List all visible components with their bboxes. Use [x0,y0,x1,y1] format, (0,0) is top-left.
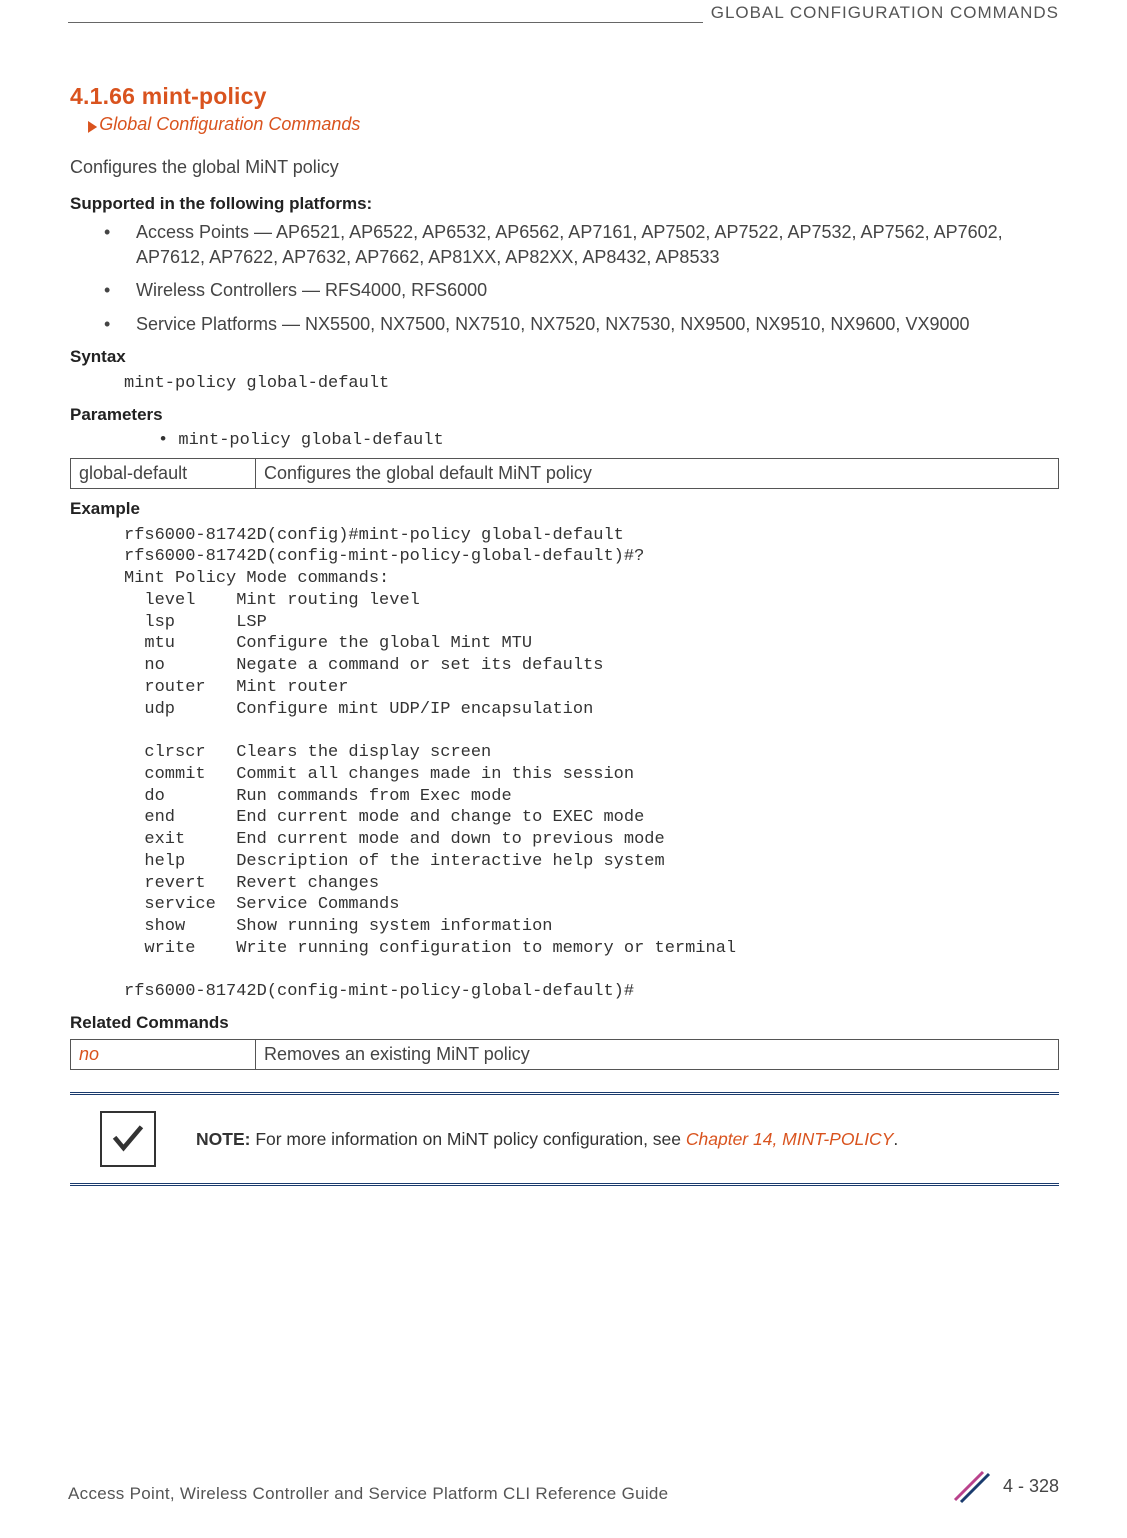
breadcrumb[interactable]: ▶Global Configuration Commands [88,114,1059,135]
parameters-heading: Parameters [70,405,1059,425]
parameters-bullet: • mint-policy global-default [158,431,1059,450]
footer-slash-icon [949,1468,993,1504]
breadcrumb-label: Global Configuration Commands [99,114,360,134]
note-block: NOTE: For more information on MiNT polic… [70,1092,1059,1186]
page-header-category: GLOBAL CONFIGURATION COMMANDS [703,3,1059,23]
table-row: global-default Configures the global def… [71,458,1059,488]
related-table: no Removes an existing MiNT policy [70,1039,1059,1070]
note-label: NOTE: [196,1129,250,1149]
example-heading: Example [70,499,1059,519]
list-item: Access Points — AP6521, AP6522, AP6532, … [70,220,1059,270]
section-title: 4.1.66 mint-policy [70,83,1059,110]
intro-text: Configures the global MiNT policy [70,157,1059,178]
platforms-list: Access Points — AP6521, AP6522, AP6532, … [70,220,1059,337]
related-desc: Removes an existing MiNT policy [256,1040,1059,1070]
related-heading: Related Commands [70,1013,1059,1033]
param-name: global-default [71,458,256,488]
note-link[interactable]: Chapter 14, MINT-POLICY [686,1129,894,1149]
param-desc: Configures the global default MiNT polic… [256,458,1059,488]
breadcrumb-arrow-icon: ▶ [88,117,97,135]
note-text: For more information on MiNT policy conf… [250,1129,685,1149]
footer-guide-title: Access Point, Wireless Controller and Se… [68,1484,668,1504]
platforms-heading: Supported in the following platforms: [70,194,1059,214]
syntax-heading: Syntax [70,347,1059,367]
list-item: Service Platforms — NX5500, NX7500, NX75… [70,312,1059,337]
checkmark-icon [100,1111,156,1167]
list-item: Wireless Controllers — RFS4000, RFS6000 [70,278,1059,303]
table-row: no Removes an existing MiNT policy [71,1040,1059,1070]
example-code: rfs6000-81742D(config)#mint-policy globa… [124,525,1059,1004]
parameters-table: global-default Configures the global def… [70,458,1059,489]
footer-page-number: 4 - 328 [1003,1476,1059,1497]
related-cmd[interactable]: no [71,1040,256,1070]
page-footer: Access Point, Wireless Controller and Se… [68,1468,1059,1504]
note-suffix: . [893,1129,898,1149]
syntax-code: mint-policy global-default [124,373,1059,395]
